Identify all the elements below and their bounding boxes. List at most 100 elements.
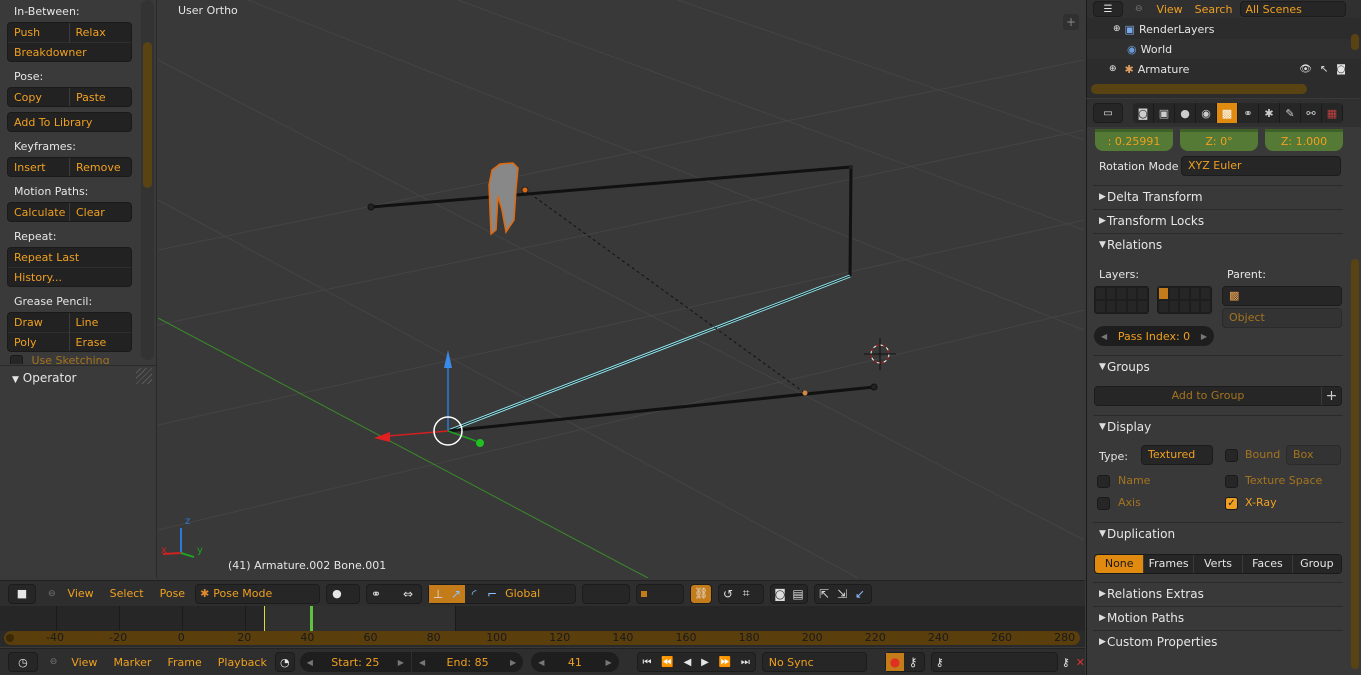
collapse-menu-icon-3[interactable]: ⊖	[1135, 4, 1143, 14]
axis-option[interactable]: Axis	[1097, 496, 1141, 510]
tool-shelf-scrollbar[interactable]	[143, 42, 152, 188]
current-frame-field[interactable]: ◀ 41 ▶	[531, 652, 619, 672]
calculate-paths-button[interactable]: Calculate	[8, 203, 70, 221]
breakdowner-button[interactable]: Breakdowner	[8, 43, 131, 61]
insert-keyframe-icon[interactable]: ⚷	[1062, 656, 1070, 669]
pivot-point-icon[interactable]: ⚭	[367, 585, 385, 603]
active-keying-set-field[interactable]: ⚷	[930, 652, 1058, 672]
outliner-item-world[interactable]: ◉ World	[1087, 39, 1361, 59]
name-option[interactable]: Name	[1097, 474, 1150, 488]
display-panel[interactable]: ▼ Display	[1093, 415, 1343, 437]
next-keyframe-icon[interactable]: ⏩	[719, 657, 731, 668]
relations-panel[interactable]: ▼ Relations	[1093, 233, 1343, 255]
rotate-icon[interactable]: ◜	[465, 585, 483, 603]
constraints-tab-icon[interactable]: ⚭	[1238, 103, 1259, 123]
bone-tab-icon[interactable]: ✎	[1280, 103, 1301, 123]
bone-bottom[interactable]	[447, 385, 875, 433]
3d-cursor-icon[interactable]	[864, 338, 896, 370]
copy-pose-button[interactable]: Copy	[8, 88, 70, 106]
poly-button[interactable]: Poly	[8, 333, 70, 351]
texture-tab-icon[interactable]: ▦	[1322, 103, 1343, 123]
bone-constraints-tab-icon[interactable]: ⚯	[1301, 103, 1322, 123]
translate-icon[interactable]: ↗	[447, 584, 466, 603]
bound-option[interactable]: Bound	[1225, 448, 1280, 462]
add-to-library-button[interactable]: Add To Library	[8, 113, 131, 131]
snap-element-icon[interactable]: ⌗	[737, 585, 755, 603]
outliner-h-scrollbar[interactable]	[1091, 84, 1307, 94]
expand-icon-2[interactable]: ⊕	[1109, 64, 1117, 74]
dup-option-faces[interactable]: Faces	[1243, 555, 1293, 573]
render-tab-icon[interactable]: ◙	[1133, 103, 1154, 123]
orientation-select[interactable]: Global	[505, 587, 540, 600]
play-reverse-icon[interactable]: ◀	[684, 657, 692, 668]
display-type-select[interactable]: Textured	[1141, 445, 1213, 465]
relations-extras-panel[interactable]: ▶ Relations Extras	[1093, 582, 1343, 604]
select-menu[interactable]: Select	[110, 587, 144, 600]
sync-mode-select[interactable]: No Sync	[761, 652, 867, 672]
3d-viewport[interactable]: User Ortho z x y (41) Armature.002 Bone.…	[158, 0, 1084, 578]
manipulator-toggle-icon[interactable]: ⇔	[399, 585, 417, 603]
bone-vertical[interactable]	[848, 166, 853, 277]
add-panel-plus-icon[interactable]: +	[1063, 14, 1079, 30]
scene-layers-grid[interactable]	[636, 583, 685, 604]
pose-menu[interactable]: Pose	[160, 587, 185, 600]
transform-locks-panel[interactable]: ▶ Transform Locks	[1093, 209, 1343, 231]
dup-option-group[interactable]: Group	[1292, 555, 1341, 573]
opengl-anim-icon[interactable]: ▤	[789, 585, 807, 603]
groups-panel[interactable]: ▼ Groups	[1093, 355, 1343, 377]
parent-field[interactable]: ▩	[1222, 286, 1342, 306]
viewport-canvas[interactable]	[158, 0, 1084, 578]
object-layers-grid-2[interactable]	[1157, 286, 1212, 314]
timeline[interactable]: -40 -20 0 20 40 60 80 100 120 140 160 180 200 220 240 2…	[0, 606, 1085, 647]
relax-button[interactable]: Relax	[69, 23, 131, 43]
xray-checkbox[interactable]: ✓	[1225, 496, 1238, 510]
bound-type-select[interactable]: Box	[1286, 445, 1341, 465]
parent-type-select[interactable]: Object	[1222, 308, 1342, 328]
mode-selector[interactable]: ✱ Pose Mode	[195, 583, 321, 604]
render-layers-tab-icon[interactable]: ▣	[1154, 103, 1175, 123]
z-arrow-icon[interactable]	[444, 350, 452, 368]
manipulator-axes-icon[interactable]: ⊥	[429, 584, 448, 603]
duplication-panel[interactable]: ▼ Duplication	[1093, 522, 1343, 544]
add-to-group-button[interactable]: Add to Group +	[1094, 386, 1342, 406]
playback-menu[interactable]: Playback	[218, 656, 267, 669]
dup-option-verts[interactable]: Verts	[1193, 555, 1244, 573]
custom-properties-panel[interactable]: ▶ Custom Properties	[1093, 630, 1343, 652]
marker-menu[interactable]: Marker	[113, 656, 151, 669]
scale-z-field[interactable]: Z: 1.000	[1265, 129, 1343, 151]
current-frame-indicator[interactable]	[310, 606, 313, 631]
expand-icon[interactable]: ⊕	[1113, 24, 1121, 34]
panel-drag-handle-icon[interactable]	[136, 368, 152, 384]
collapse-menu-icon[interactable]: ⊖	[48, 589, 56, 599]
outliner-v-scrollbar[interactable]	[1351, 34, 1359, 50]
collapse-menu-icon-2[interactable]: ⊖	[50, 657, 58, 667]
erase-button[interactable]: Erase	[70, 333, 132, 351]
scale-x-field[interactable]: : 0.25991	[1095, 129, 1173, 151]
dup-option-frames[interactable]: Frames	[1144, 555, 1194, 573]
add-group-plus-icon[interactable]: +	[1321, 387, 1341, 405]
object-tab-icon[interactable]: ▩	[1217, 103, 1238, 123]
timeline-ruler[interactable]: -40 -20 0 20 40 60 80 100 120 140 160 180 200 220 240 2…	[4, 631, 1080, 645]
jump-start-icon[interactable]: ⏮	[643, 657, 652, 668]
scale-icon[interactable]: ⌐	[483, 585, 501, 603]
view-menu[interactable]: View	[68, 587, 94, 600]
outliner-view-menu[interactable]: View	[1157, 3, 1183, 16]
lock-layers-icon[interactable]: ⛓	[690, 583, 713, 604]
start-frame-field[interactable]: ◀ Start: 25 ▶	[299, 652, 411, 672]
paste-pose-icon[interactable]: ⇲	[833, 585, 851, 603]
dup-option-none[interactable]: None	[1095, 555, 1145, 573]
pass-index-field[interactable]: ◀ Pass Index: 0 ▶	[1094, 326, 1214, 346]
visibility-toggles[interactable]: 👁↖◙	[1299, 64, 1354, 75]
texture-space-checkbox[interactable]	[1225, 474, 1238, 488]
copy-pose-icon[interactable]: ⇱	[815, 585, 833, 603]
outliner-editor-type-button[interactable]: ☰	[1093, 1, 1123, 17]
mesh-object[interactable]	[488, 162, 529, 236]
play-icon[interactable]: ▶	[701, 657, 709, 668]
rotation-mode-select[interactable]: XYZ Euler	[1181, 156, 1341, 176]
shading-selector[interactable]: ●	[326, 583, 361, 604]
delta-transform-panel[interactable]: ▶ Delta Transform	[1093, 185, 1343, 207]
outliner-search-menu[interactable]: Search	[1195, 3, 1233, 16]
frame-menu[interactable]: Frame	[167, 656, 201, 669]
pole-target-point[interactable]	[802, 390, 808, 396]
armature-data-tab-icon[interactable]: ✱	[1259, 103, 1280, 123]
